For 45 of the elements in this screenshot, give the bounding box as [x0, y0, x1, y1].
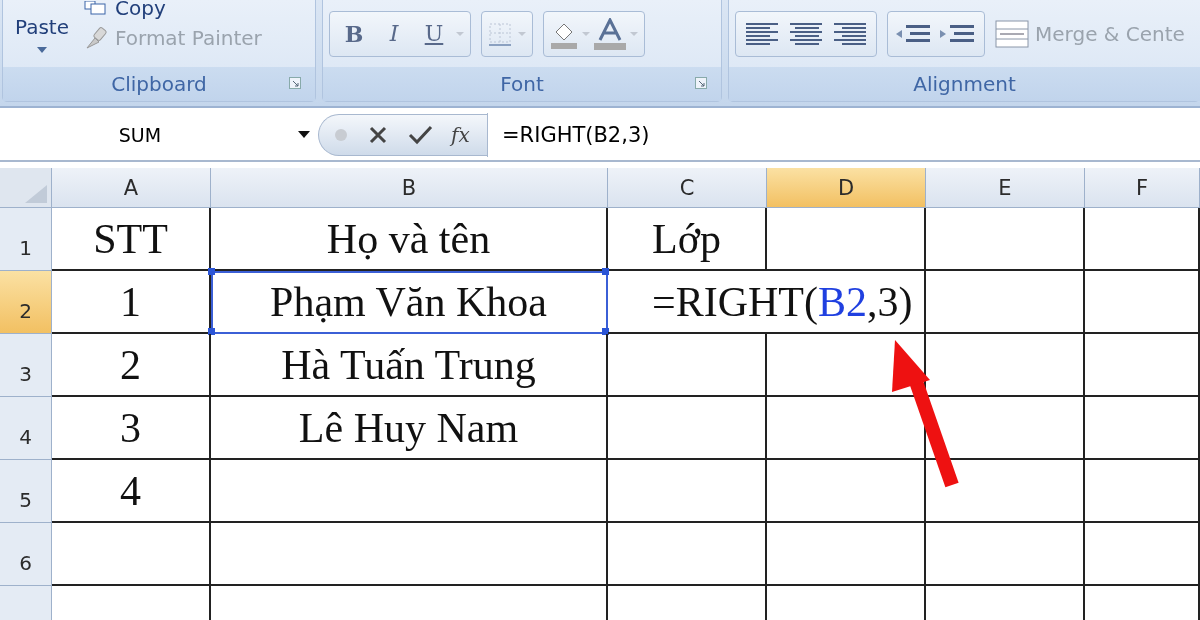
table-cell: Lớp: [608, 208, 767, 271]
table-cell: STT: [52, 208, 211, 271]
formula-cell: =RIGHT(B2,3): [608, 271, 926, 334]
dialog-launcher-icon[interactable]: [695, 77, 707, 89]
table-cell: Lê Huy Nam: [211, 397, 608, 460]
cancel-icon[interactable]: [367, 125, 389, 145]
handle-icon[interactable]: [333, 127, 349, 143]
row-header[interactable]: 6: [0, 523, 52, 586]
group-label: Clipboard: [111, 72, 207, 96]
table-cell: Hà Tuấn Trung: [211, 334, 608, 397]
name-box[interactable]: SUM: [0, 124, 318, 146]
group-label: Font: [500, 72, 544, 96]
group-label: Alignment: [913, 72, 1016, 96]
copy-icon: [83, 0, 109, 15]
merge-cells-icon: [995, 19, 1029, 48]
row-header[interactable]: 2: [0, 271, 52, 334]
caret-icon: [298, 131, 310, 139]
underline-button[interactable]: U: [414, 21, 454, 46]
italic-button[interactable]: I: [374, 21, 414, 46]
table-cell: 4: [52, 460, 211, 523]
column-header[interactable]: E: [926, 168, 1085, 208]
caret-icon: [37, 46, 47, 53]
column-header[interactable]: B: [211, 168, 608, 208]
paste-button[interactable]: Paste: [11, 6, 73, 61]
bold-button[interactable]: B: [334, 20, 374, 47]
copy-button[interactable]: Copy: [83, 0, 262, 20]
caret-icon: [516, 29, 528, 38]
column-header[interactable]: F: [1085, 168, 1200, 208]
dialog-launcher-icon[interactable]: [289, 77, 301, 89]
table-cell: Phạm Văn Khoa: [211, 271, 608, 334]
row-header[interactable]: 3: [0, 334, 52, 397]
table-cell: 2: [52, 334, 211, 397]
checkmark-icon[interactable]: [407, 125, 433, 145]
insert-function-button[interactable]: fx: [451, 123, 470, 147]
column-header[interactable]: A: [52, 168, 211, 208]
formula-input[interactable]: =RIGHT(B2,3): [487, 113, 1200, 157]
table-cell: 3: [52, 397, 211, 460]
font-color-icon[interactable]: [592, 17, 628, 50]
column-header[interactable]: D: [767, 168, 926, 208]
column-header[interactable]: C: [608, 168, 767, 208]
triangle-icon: [25, 185, 47, 203]
table-cell: Họ và tên: [211, 208, 608, 271]
row-header[interactable]: 4: [0, 397, 52, 460]
row-header[interactable]: 5: [0, 460, 52, 523]
row-header[interactable]: 1: [0, 208, 52, 271]
